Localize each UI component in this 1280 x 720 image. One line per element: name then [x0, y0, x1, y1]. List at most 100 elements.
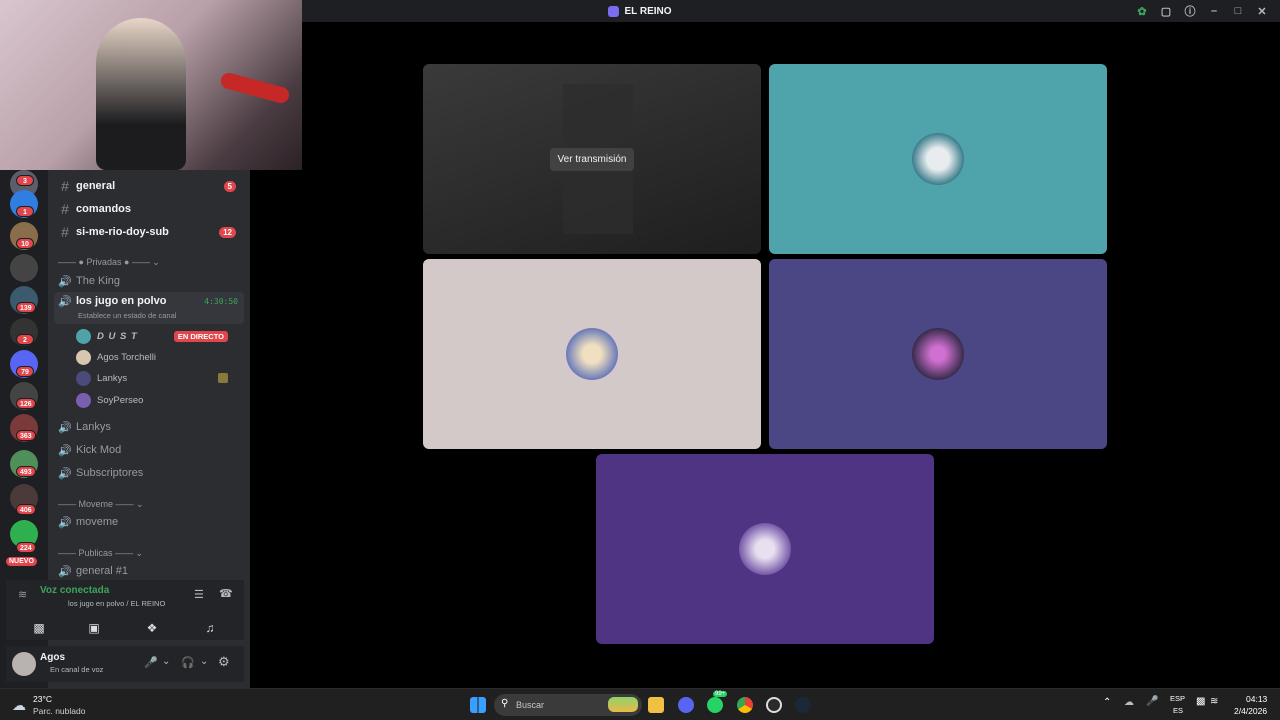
taskbar-search[interactable]: ⚲ Buscar	[494, 694, 642, 716]
channel-label: Lankys	[76, 421, 111, 433]
soundboard-button[interactable]: ♫	[184, 617, 236, 639]
chevron-up-icon[interactable]: ⌃	[1103, 697, 1111, 708]
server-badge: 1	[16, 206, 34, 217]
stream-tile[interactable]: Ver transmisión	[423, 64, 761, 254]
screen-share-button[interactable]: ▣	[68, 617, 120, 639]
channel-label: moveme	[76, 516, 119, 528]
obs-icon[interactable]	[766, 697, 782, 713]
lang-bottom: ES	[1173, 706, 1184, 715]
weather-icon[interactable]: ☁	[12, 697, 26, 714]
help-icon[interactable]: ⓘ	[1178, 2, 1202, 20]
whatsapp-badge: 99+	[713, 691, 728, 697]
watch-stream-button[interactable]: Ver transmisión	[549, 147, 635, 171]
server-badge: 224	[16, 542, 36, 553]
hash-icon: #	[61, 201, 69, 217]
channel-label: Subscriptores	[76, 467, 144, 479]
voice-channel-active[interactable]: 🔊 los jugo en polvo 4:30:50 Establece un…	[54, 292, 244, 324]
clock-time[interactable]: 04:13	[1246, 694, 1267, 704]
onedrive-icon[interactable]: ☁	[1124, 697, 1134, 708]
participant-avatar	[566, 328, 618, 380]
lang-top[interactable]: ESP	[1170, 694, 1185, 703]
avatar	[76, 349, 91, 365]
chevron-down-icon[interactable]: ⌄	[200, 656, 208, 667]
category-moveme[interactable]: —— Moveme —— ⌄	[58, 499, 144, 510]
category-privadas[interactable]: —— ● Privadas ● —— ⌄	[58, 257, 160, 268]
server-icon-4[interactable]	[10, 254, 38, 282]
chrome-icon[interactable]	[737, 697, 753, 713]
speaker-icon: 🔊	[58, 467, 72, 480]
network-icon[interactable]: ≋	[1210, 696, 1218, 707]
display-icon[interactable]: ▩	[1196, 696, 1205, 707]
nitro-leaf-icon[interactable]: ✿	[1130, 2, 1154, 20]
server-icon	[608, 5, 620, 17]
user-avatar[interactable]	[12, 652, 36, 676]
participant-tile[interactable]	[769, 259, 1107, 449]
weather-desc: Parc. nublado	[33, 706, 86, 716]
microphone-icon[interactable]: 🎤	[1146, 696, 1158, 707]
member-soyperseo[interactable]: SoyPerseo	[76, 390, 143, 410]
signal-icon: ≋	[18, 589, 28, 601]
hash-icon: #	[61, 178, 69, 194]
channel-comandos[interactable]: # comandos	[54, 198, 244, 220]
voice-channel-lankys[interactable]: 🔊 Lankys	[54, 416, 244, 438]
mention-badge: 12	[219, 226, 236, 238]
voice-channel-moveme[interactable]: 🔊 moveme	[54, 511, 244, 533]
participant-tile[interactable]	[596, 454, 934, 644]
noise-suppression-icon[interactable]: ☰	[194, 588, 204, 601]
member-agos[interactable]: Agos Torchelli	[76, 347, 156, 367]
voice-channel-kick-mod[interactable]: 🔊 Kick Mod	[54, 439, 244, 461]
channel-label: si-me-rio-doy-sub	[76, 226, 169, 238]
member-lankys[interactable]: Lankys	[76, 368, 238, 388]
channel-status[interactable]: Establece un estado de canal	[78, 311, 176, 320]
category-label: Publicas	[78, 548, 113, 558]
participant-tile[interactable]	[423, 259, 761, 449]
steam-icon[interactable]	[795, 697, 811, 713]
channel-label: general #1	[76, 565, 128, 577]
server-badge: 493	[16, 466, 36, 477]
server-badge: 79	[16, 366, 34, 377]
speaker-icon: 🔊	[58, 565, 72, 578]
new-badge: NUEVO	[6, 557, 37, 566]
webcam-overlay	[0, 0, 302, 170]
member-dust[interactable]: D U S T EN DIRECTO	[76, 326, 238, 346]
channel-label: The King	[76, 275, 121, 287]
start-icon[interactable]	[470, 697, 486, 713]
voice-channel-the-king[interactable]: 🔊 The King	[54, 270, 244, 292]
close-icon[interactable]: ✕	[1250, 2, 1274, 20]
camera-off-button[interactable]: ▩	[10, 617, 68, 639]
minimize-icon[interactable]: –	[1202, 2, 1226, 20]
voice-location[interactable]: los jugo en polvo / EL REINO	[68, 599, 165, 608]
headphones-icon[interactable]: 🎧	[181, 656, 195, 669]
participant-avatar	[912, 328, 964, 380]
participant-avatar	[912, 133, 964, 185]
category-label: Privadas	[86, 257, 122, 267]
inbox-icon[interactable]: ▢	[1154, 2, 1178, 20]
voice-channel-general1[interactable]: 🔊 general #1	[54, 560, 244, 582]
channel-timer: 4:30:50	[204, 297, 238, 306]
search-icon: ⚲	[501, 698, 509, 709]
file-explorer-icon[interactable]	[648, 697, 664, 713]
user-panel: Agos En canal de voz 🎤 ⌄ 🎧 ⌄ ⚙	[6, 646, 244, 682]
server-badge: 139	[16, 302, 36, 313]
voice-channel-subscriptores[interactable]: 🔊 Subscriptores	[54, 462, 244, 484]
microphone-icon[interactable]: 🎤	[144, 656, 158, 669]
speaker-icon: 🔊	[58, 275, 72, 288]
user-name: Agos	[40, 652, 65, 663]
participant-tile[interactable]	[769, 64, 1107, 254]
channel-si-me-rio[interactable]: # si-me-rio-doy-sub 12	[54, 221, 244, 243]
chevron-down-icon[interactable]: ⌄	[162, 656, 170, 667]
channel-general[interactable]: # general 5	[54, 175, 244, 197]
avatar	[76, 370, 91, 386]
channel-label: los jugo en polvo	[76, 295, 167, 307]
avatar	[76, 328, 91, 344]
member-name: Lankys	[97, 372, 128, 384]
settings-gear-icon[interactable]: ⚙	[218, 654, 230, 670]
discord-icon[interactable]	[678, 697, 694, 713]
category-publicas[interactable]: —— Publicas —— ⌄	[58, 548, 143, 559]
whatsapp-icon[interactable]	[707, 697, 723, 713]
disconnect-icon[interactable]: ☎	[219, 587, 233, 600]
category-label: Moveme	[78, 499, 114, 509]
maximize-icon[interactable]: □	[1226, 2, 1250, 20]
activities-button[interactable]: ❖	[126, 617, 178, 639]
hash-icon: #	[61, 224, 69, 240]
